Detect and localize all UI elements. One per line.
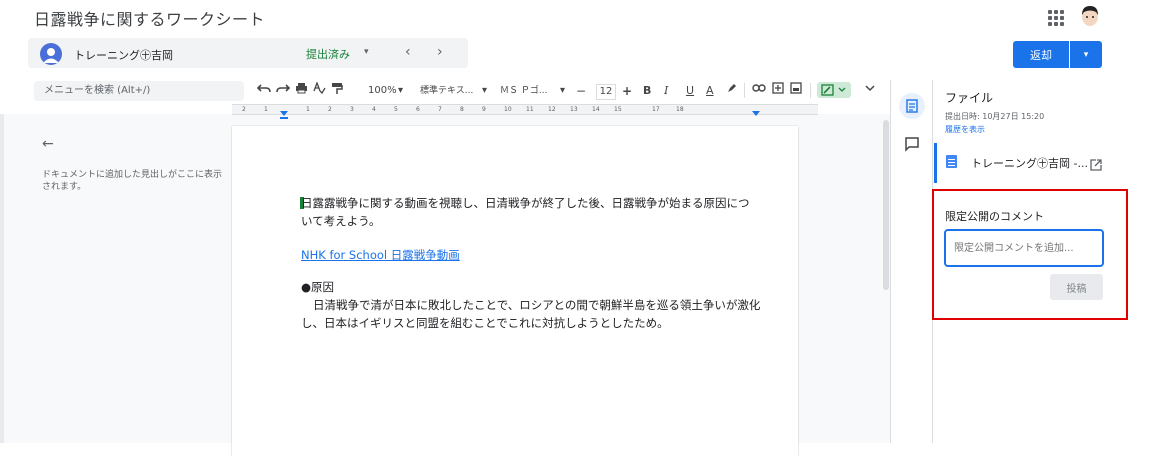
person-icon: [43, 48, 59, 63]
ruler-tick: 12: [548, 106, 556, 113]
google-doc-icon: [946, 155, 957, 168]
student-name: トレーニング㊉吉岡: [74, 49, 173, 62]
toolbar-divider: [744, 83, 745, 98]
comment-icon: [905, 137, 919, 152]
ruler-tick: 7: [438, 106, 442, 113]
undo-icon[interactable]: [256, 82, 272, 98]
print-icon[interactable]: [293, 82, 309, 98]
ruler-tick: 13: [570, 106, 578, 113]
left-indent-marker[interactable]: [280, 104, 288, 119]
link-icon[interactable]: [751, 82, 767, 98]
decrease-font-size-button[interactable]: −: [576, 81, 586, 101]
apps-grid-icon[interactable]: [1048, 10, 1064, 26]
selected-file-indicator: [934, 143, 937, 183]
ruler-tick: 1: [264, 106, 268, 113]
menu-search-input[interactable]: メニューを検索 (Alt+/): [34, 81, 244, 101]
account-avatar[interactable]: [1078, 3, 1102, 29]
document-list-icon: [906, 99, 918, 113]
right-indent-marker[interactable]: [752, 104, 760, 116]
attached-file-name[interactable]: トレーニング㊉吉岡 -...: [971, 155, 1088, 171]
horizontal-ruler[interactable]: 2 1 1 2 3 4 5 6 7 8 9 10 11 12 13 14 15 …: [232, 104, 818, 115]
ruler-tick: 1: [306, 106, 310, 113]
add-comment-icon[interactable]: [770, 82, 786, 98]
submitted-timestamp: 提出日時: 10月27日 15:20: [945, 112, 1045, 121]
side-rail: [890, 80, 933, 443]
ruler-tick: 9: [482, 106, 486, 113]
style-select[interactable]: 標準テキス...: [420, 81, 473, 101]
close-outline-button[interactable]: ←: [42, 136, 54, 152]
ruler-tick: 5: [394, 106, 398, 113]
redo-icon[interactable]: [275, 82, 291, 98]
ruler-tick: 15: [614, 106, 622, 113]
outline-empty-message: ドキュメントに追加した見出しがここに表示されます。: [42, 170, 223, 192]
user-avatar-icon: [1082, 6, 1098, 26]
bold-button[interactable]: B: [643, 81, 651, 101]
ruler-tick: 18: [676, 106, 684, 113]
italic-button[interactable]: I: [664, 81, 668, 101]
ruler-tick: 4: [372, 106, 376, 113]
chevron-down-icon[interactable]: ▾: [482, 81, 487, 101]
private-comment-input[interactable]: [944, 229, 1104, 267]
font-select[interactable]: ＭＳ Ｐゴ...: [500, 81, 547, 101]
font-size-input[interactable]: 12: [596, 84, 616, 100]
underline-button[interactable]: U: [686, 81, 694, 101]
highlight-pen-icon[interactable]: [724, 82, 740, 98]
document-title: 日露戦争に関するワークシート: [34, 10, 266, 29]
chevron-down-icon[interactable]: [862, 82, 878, 98]
student-avatar: [40, 43, 62, 65]
ruler-tick: 8: [460, 106, 464, 113]
ruler-tick: 6: [416, 106, 420, 113]
files-tab-button[interactable]: [899, 93, 925, 119]
increase-font-size-button[interactable]: +: [622, 81, 632, 101]
video-link[interactable]: NHK for School 日露戦争動画: [301, 247, 460, 263]
ruler-tick: 2: [242, 106, 246, 113]
insert-image-icon[interactable]: [788, 82, 804, 98]
editing-mode-button[interactable]: [817, 82, 851, 98]
chevron-down-icon[interactable]: ▾: [398, 81, 403, 101]
paint-format-icon[interactable]: [329, 82, 345, 98]
section-heading[interactable]: ●原因: [301, 279, 334, 295]
return-options-button[interactable]: ▾: [1070, 41, 1102, 68]
ruler-tick: 2: [328, 106, 332, 113]
spellcheck-icon[interactable]: [311, 81, 327, 98]
ruler-tick: 3: [350, 106, 354, 113]
text-color-button[interactable]: A: [706, 81, 714, 101]
toolbar-divider: [810, 83, 811, 98]
next-student-button[interactable]: ›: [437, 44, 443, 60]
open-in-new-icon[interactable]: [1090, 156, 1102, 171]
pencil-edit-icon: [821, 84, 846, 96]
view-history-link[interactable]: 履歴を表示: [945, 124, 985, 135]
ruler-tick: 14: [592, 106, 600, 113]
zoom-select[interactable]: 100%: [368, 81, 397, 101]
vertical-scrollbar[interactable]: [883, 120, 889, 290]
return-button[interactable]: 返却: [1013, 41, 1069, 68]
chevron-down-icon[interactable]: ▾: [560, 81, 565, 101]
files-heading: ファイル: [945, 91, 994, 105]
submission-status[interactable]: 提出済み: [306, 46, 350, 62]
private-comment-heading: 限定公開のコメント: [945, 210, 1044, 223]
post-comment-button[interactable]: 投稿: [1050, 274, 1103, 300]
previous-student-button[interactable]: ‹: [405, 44, 411, 60]
chevron-down-icon[interactable]: ▾: [364, 47, 369, 57]
ruler-tick: 11: [526, 106, 534, 113]
body-paragraph[interactable]: 日露露戦争に関する動画を視聴し、日清戦争が終了した後、日露戦争が始まる原因につい…: [301, 194, 751, 230]
ruler-tick: 10: [504, 106, 512, 113]
ruler-tick: 17: [652, 106, 660, 113]
body-paragraph[interactable]: 日清戦争で清が日本に敗北したことで、ロシアとの間で朝鮮半島を巡る領土争いが激化し…: [301, 296, 771, 332]
comments-tab-button[interactable]: [904, 136, 920, 152]
vertical-ruler: [0, 114, 4, 443]
